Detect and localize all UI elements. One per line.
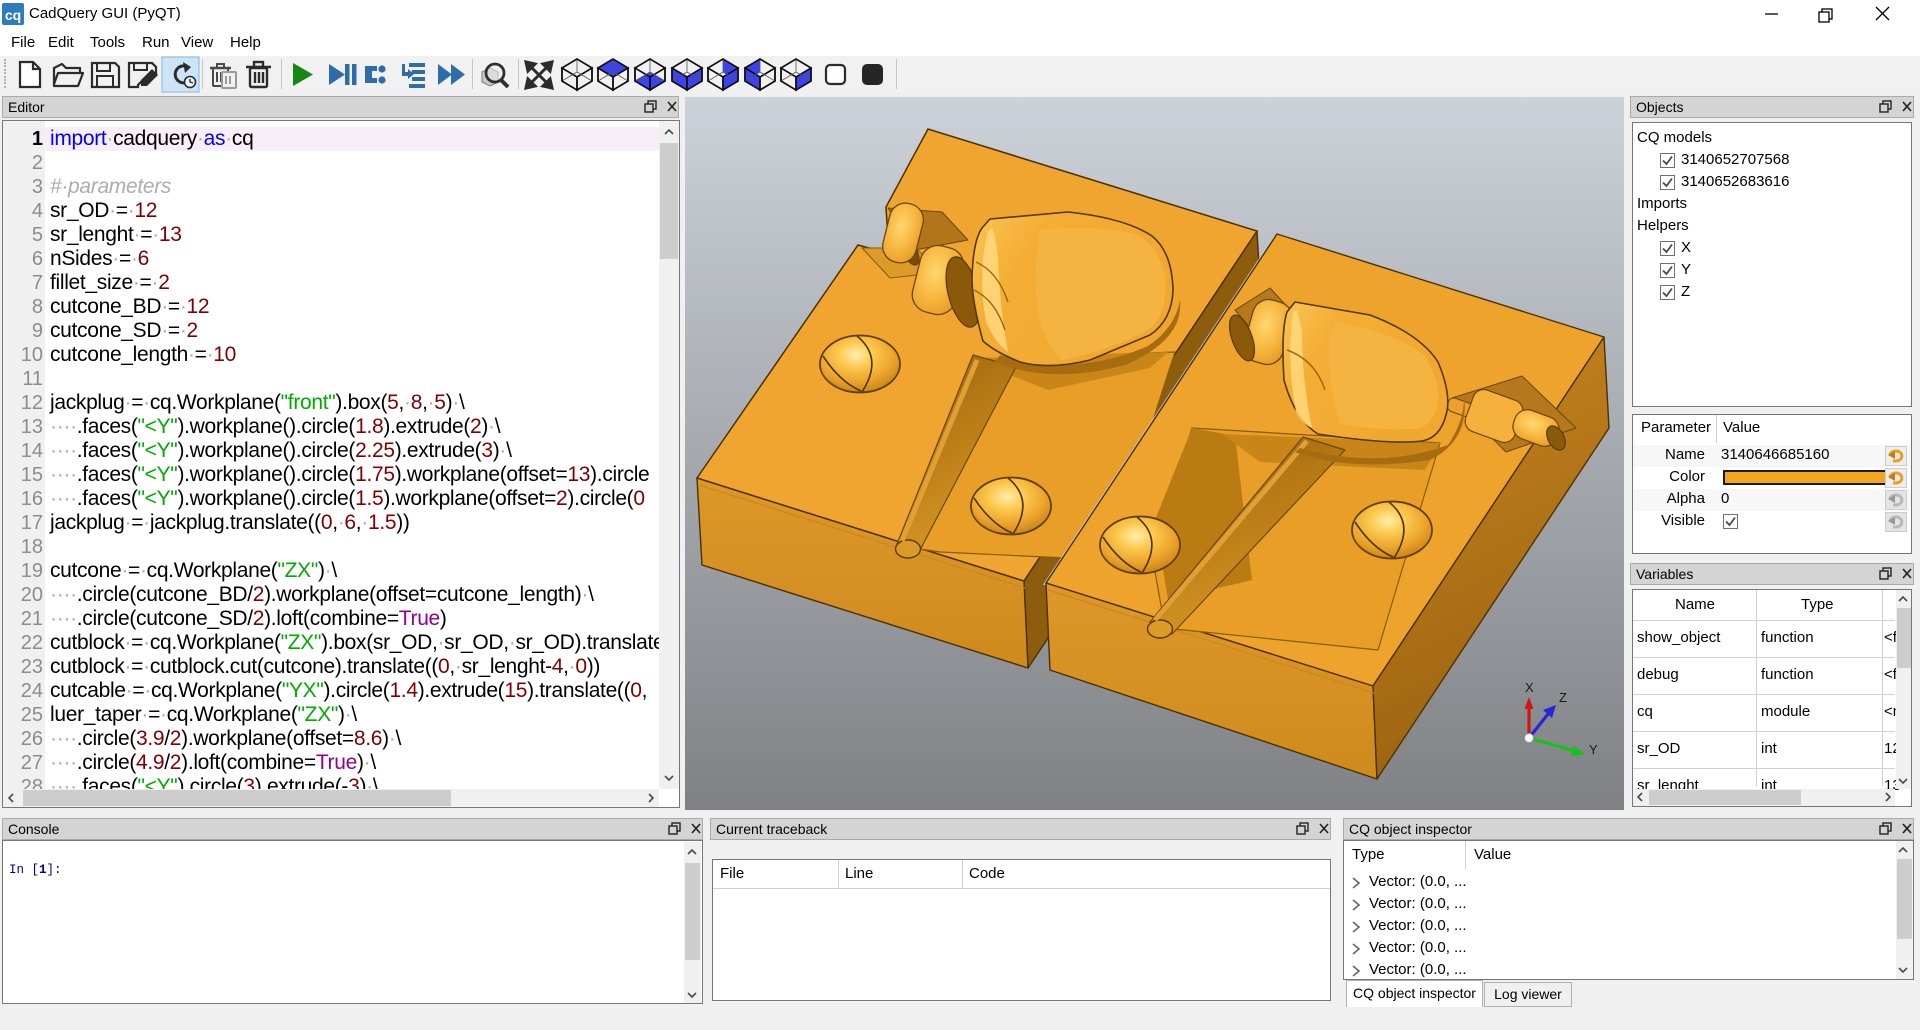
svg-text:cq: cq bbox=[5, 7, 21, 23]
svg-text:Y: Y bbox=[1589, 742, 1598, 757]
svg-text:X: X bbox=[1525, 680, 1534, 695]
svg-text:Z: Z bbox=[1559, 690, 1567, 705]
